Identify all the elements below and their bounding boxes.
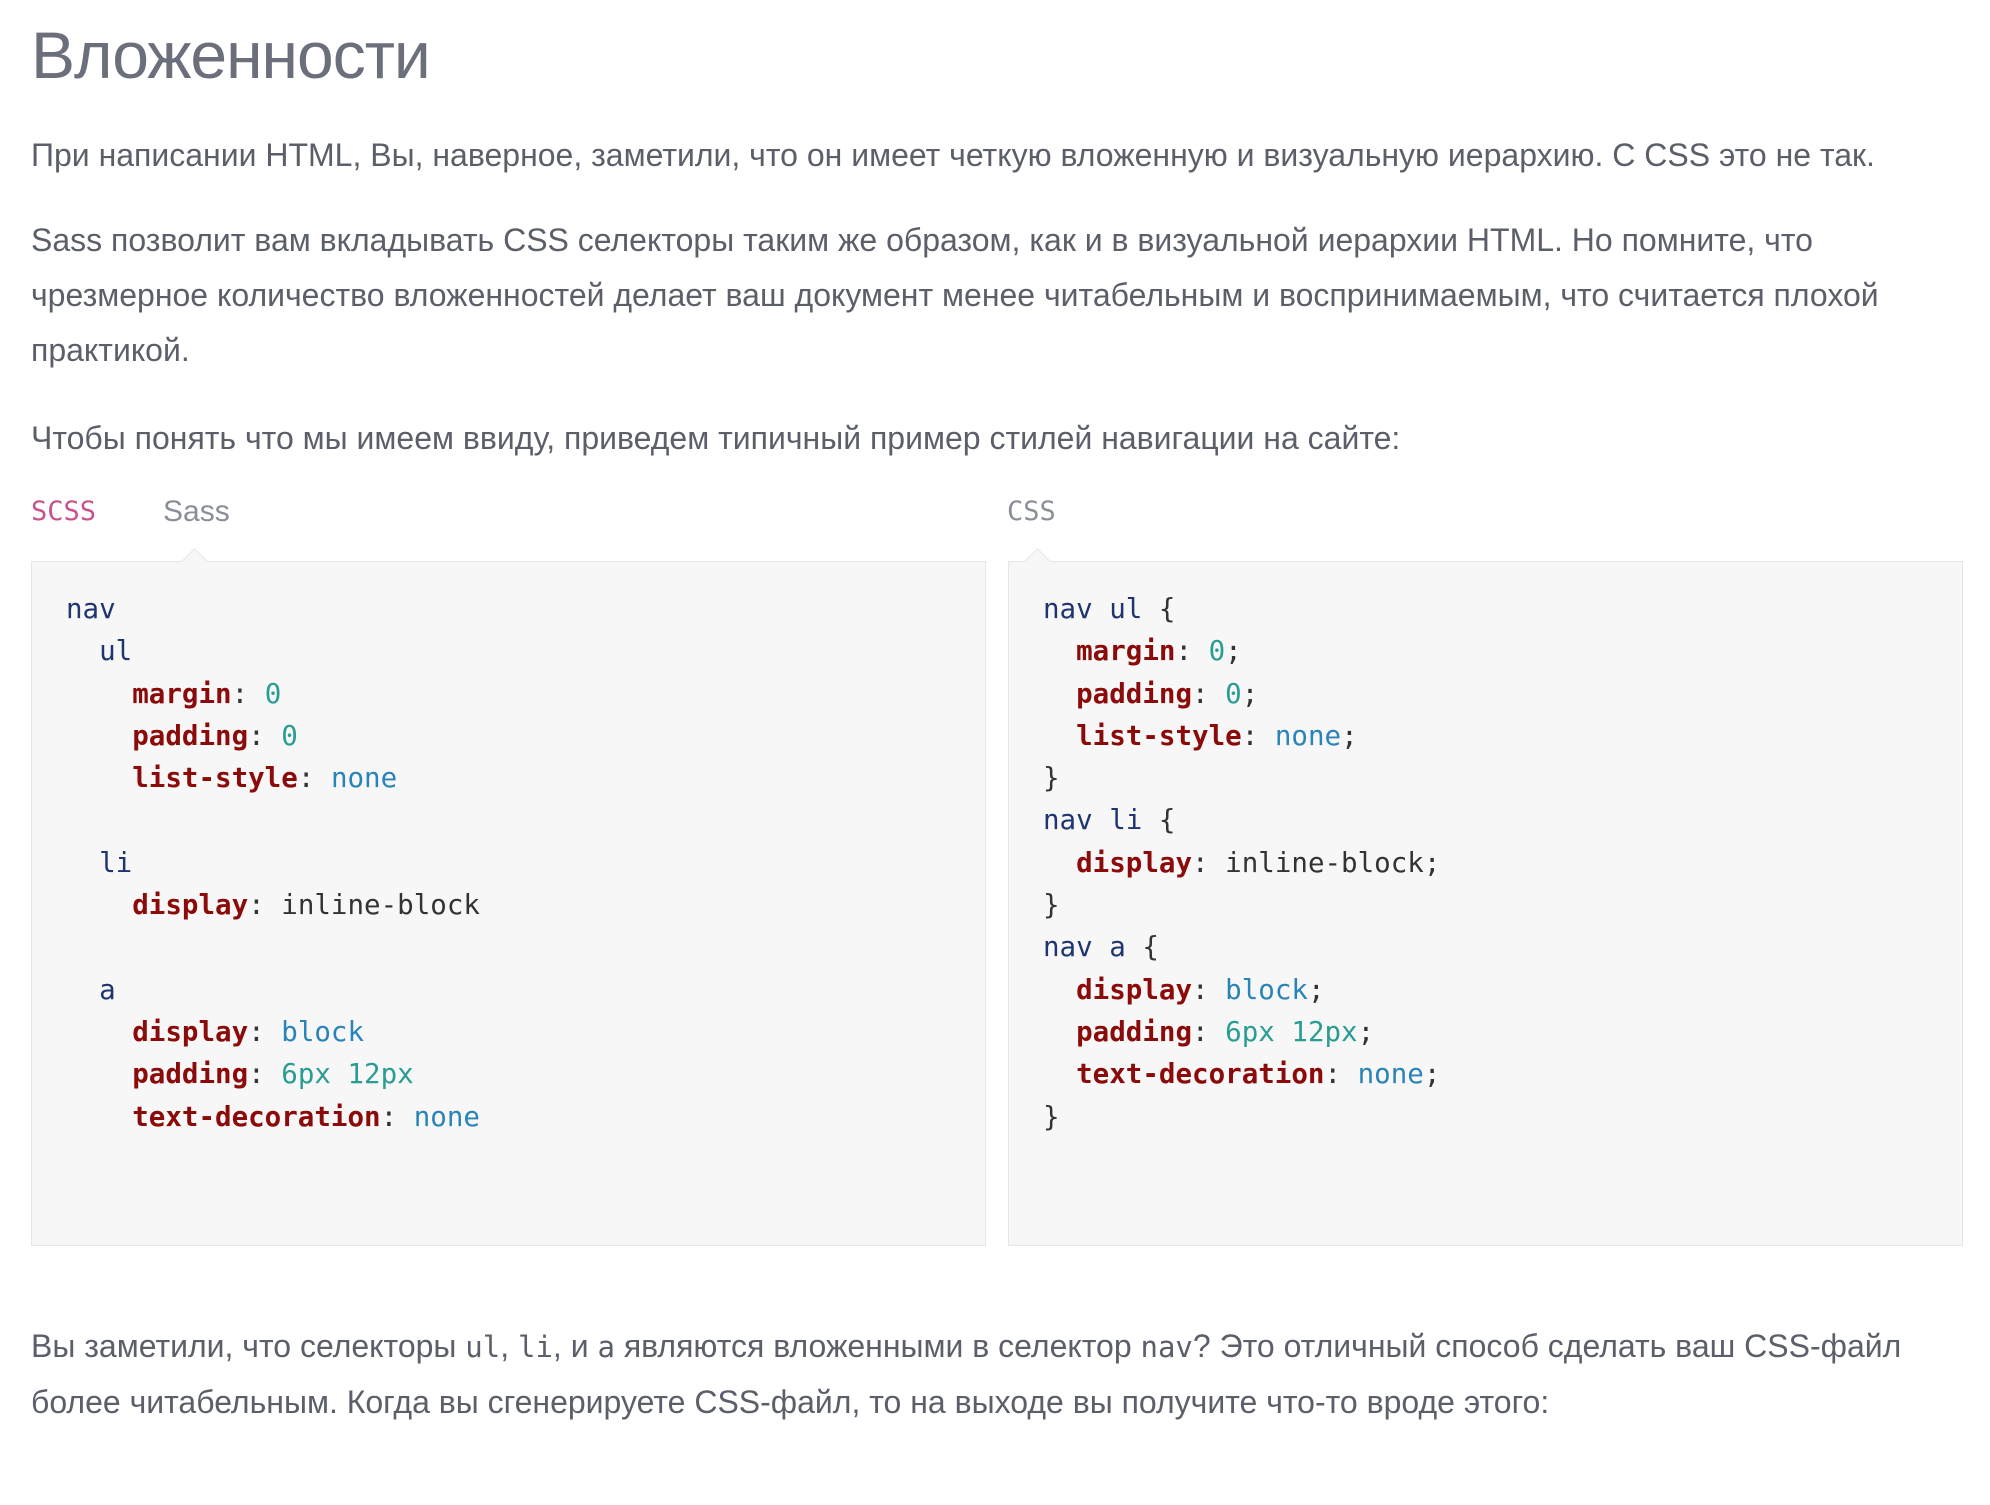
code-property: display — [132, 889, 249, 922]
paragraph-example-intro: Чтобы понять что мы имеем ввиду, приведе… — [31, 420, 1401, 456]
code-value: 0 — [281, 719, 298, 752]
code-property: margin — [1076, 635, 1176, 668]
active-tab-pointer — [1024, 548, 1051, 575]
text-fragment: являются вложенными в селектор — [614, 1328, 1141, 1364]
code-value: none — [1274, 719, 1342, 752]
paragraph-nesting-explanation: Вы заметили, что селекторы ul, li, и a я… — [31, 1319, 1961, 1430]
paragraph-intro: При написании HTML, Вы, наверное, замети… — [31, 137, 1875, 173]
tab-css[interactable]: CSS — [1007, 490, 1056, 534]
code-property: padding — [1076, 1015, 1193, 1048]
tab-sass[interactable]: Sass — [163, 490, 230, 534]
code-property: list-style — [1076, 719, 1242, 752]
inline-code-li: li — [518, 1330, 553, 1364]
code-value: 12px — [1291, 1015, 1358, 1048]
code-property: padding — [132, 719, 249, 752]
page-title: Вложенности — [31, 18, 431, 92]
paragraph-sass-nesting: Sass позволит вам вкладывать CSS селекто… — [31, 222, 1879, 368]
code-value: inline-block — [1225, 846, 1424, 879]
code-property: list-style — [132, 762, 298, 795]
css-code: nav ul { margin: 0; padding: 0; list-sty… — [1043, 593, 1441, 1133]
code-value: block — [1225, 973, 1308, 1006]
css-code-block: nav ul { margin: 0; padding: 0; list-sty… — [1008, 548, 1963, 1246]
code-value: 0 — [1225, 677, 1242, 710]
tab-scss[interactable]: SCSS — [31, 490, 96, 534]
inline-code-nav: nav — [1140, 1330, 1193, 1364]
code-property: text-decoration — [1076, 1058, 1325, 1091]
code-value: 6px — [1225, 1015, 1275, 1048]
code-value: 6px — [281, 1058, 331, 1091]
code-property: display — [132, 1015, 249, 1048]
text-fragment: Вы заметили, что селекторы — [31, 1328, 466, 1364]
code-value: none — [413, 1100, 480, 1133]
page: Вложенности При написании HTML, Вы, наве… — [0, 0, 1990, 1505]
code-value: none — [1357, 1058, 1424, 1091]
code-property: padding — [132, 1058, 249, 1091]
code-value: 12px — [347, 1058, 414, 1091]
code-value: 0 — [1208, 635, 1226, 668]
code-selector: nav li — [1043, 804, 1143, 837]
text-fragment: , и — [552, 1328, 598, 1364]
code-selector: li — [99, 846, 133, 879]
code-value: inline-block — [281, 889, 480, 922]
inline-code-a: a — [597, 1330, 615, 1364]
code-selector: a — [99, 973, 116, 1006]
code-property: display — [1076, 846, 1193, 879]
code-property: text-decoration — [132, 1100, 381, 1133]
code-selector: nav ul — [1043, 593, 1143, 625]
sass-code-block: nav ul margin: 0 padding: 0 list-style: … — [31, 548, 986, 1246]
code-selector: nav — [66, 593, 116, 625]
code-property: margin — [132, 677, 232, 710]
code-selector: ul — [99, 635, 133, 668]
code-value: none — [330, 762, 398, 795]
text-fragment: , — [500, 1328, 518, 1364]
code-property: display — [1076, 973, 1193, 1006]
code-value: block — [281, 1015, 365, 1048]
active-tab-pointer — [181, 548, 208, 575]
code-selector: nav a — [1043, 931, 1126, 964]
inline-code-ul: ul — [465, 1330, 501, 1364]
code-property: padding — [1076, 677, 1193, 710]
code-value: 0 — [264, 677, 282, 710]
sass-code: nav ul margin: 0 padding: 0 list-style: … — [66, 593, 480, 1133]
